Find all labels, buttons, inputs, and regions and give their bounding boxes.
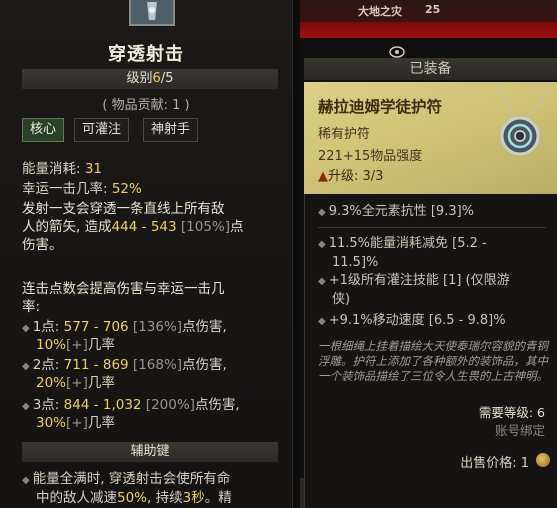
combo-point-1-chance: 10%[+]几率 xyxy=(36,337,115,353)
tag-core[interactable]: 核心 xyxy=(22,118,65,142)
item-contribution: ( 物品贡献: 1 ) xyxy=(102,98,190,113)
upgrade-arrow-icon: ▲ xyxy=(318,169,328,184)
bullet-dot: ◆ xyxy=(22,401,30,412)
skill-level-current: 6 xyxy=(152,71,161,86)
equipped-indicator-icon xyxy=(389,46,405,58)
panel-edge xyxy=(300,478,304,508)
combo-point-2: ◆ 2点: 711 - 869 [168%]点伤害, xyxy=(22,357,227,373)
sell-price: 出售价格: 1 xyxy=(460,456,529,471)
skill-icon xyxy=(129,0,175,26)
combo-points-intro: 连击点数会提高伤害与幸运一击几 率: xyxy=(22,281,225,315)
item-flavor-text: 一根细绳上挂着描绘大天使泰瑞尔容貌的青铜浮雕。护符上添加了各种额外的装饰品，其中… xyxy=(318,339,548,383)
aux-line-1: ◆ 能量全满时, 穿透射击会使所有命 xyxy=(22,471,231,487)
lucky-hit-chance: 幸运一击几率: 52% xyxy=(22,181,142,197)
skill-level-bar: 级别6/5 xyxy=(22,69,278,89)
bullet-dot: ◆ xyxy=(318,239,326,250)
bullet-dot: ◆ xyxy=(22,475,30,486)
required-level: 需要等级: 6 xyxy=(478,405,545,420)
skill-level-max: /5 xyxy=(160,71,174,86)
auxiliary-key-bar: 辅助键 xyxy=(22,442,278,462)
skill-level-label: 级别 xyxy=(126,71,153,86)
implicit-affix: ◆ 9.3%全元素抗性 [9.3]% xyxy=(318,204,475,219)
bullet-dot: ◆ xyxy=(318,207,326,218)
bullet-dot: ◆ xyxy=(22,361,30,372)
item-upgrade: ▲升级: 3/3 xyxy=(318,169,384,184)
tag-marksman[interactable]: 神射手 xyxy=(143,118,199,142)
energy-cost: 能量消耗: 31 xyxy=(22,161,103,177)
combo-point-3: ◆ 3点: 844 - 1,032 [200%]点伤害, xyxy=(22,397,240,413)
divider xyxy=(318,227,546,228)
world-tier-number: 25 xyxy=(425,3,441,16)
world-tier-label: 大地之灾 xyxy=(358,5,402,18)
bullet-dot: ◆ xyxy=(318,316,326,327)
bullet-dot: ◆ xyxy=(22,323,30,334)
skill-title: 穿透射击 xyxy=(108,44,184,65)
combo-point-2-chance: 20%[+]几率 xyxy=(36,375,115,391)
item-rarity: 稀有护符 xyxy=(318,127,371,142)
amulet-icon xyxy=(497,84,549,156)
aux-line-2: 中的敌人减速50%, 持续3秒。精 xyxy=(36,490,232,506)
skill-tooltip-panel: 穿透射击 级别6/5 ( 物品贡献: 1 ) 核心 可灌注 神射手 能量消耗: … xyxy=(0,0,293,508)
combo-point-1: ◆ 1点: 577 - 706 [136%]点伤害, xyxy=(22,319,227,335)
item-name: 赫拉迪姆学徒护符 xyxy=(318,98,443,116)
affix-movement-speed: ◆ +9.1%移动速度 [6.5 - 9.8]% xyxy=(318,313,506,328)
tag-imbueable[interactable]: 可灌注 xyxy=(74,118,130,142)
account-bound: 账号绑定 xyxy=(494,423,545,438)
health-band xyxy=(300,22,557,38)
bullet-dot: ◆ xyxy=(318,276,326,287)
equipped-label-bar: 已装备 xyxy=(304,58,557,80)
combo-point-3-chance: 30%[+]几率 xyxy=(36,415,115,431)
skill-description: 发射一支会穿透一条直线上所有敌 人的箭矢, 造成444 - 543 [105%]… xyxy=(22,201,244,253)
item-power: 221+15物品强度 xyxy=(318,149,423,164)
affix-energy-cost-reduction: ◆ 11.5%能量消耗减免 [5.2 - 11.5]% xyxy=(318,236,487,270)
gold-coin-icon xyxy=(536,453,550,467)
affix-imbue-skills: ◆ +1级所有灌注技能 [1] (仅限游 侠) xyxy=(318,273,510,307)
world-tier-strip: 大地之灾 25 xyxy=(300,0,557,22)
